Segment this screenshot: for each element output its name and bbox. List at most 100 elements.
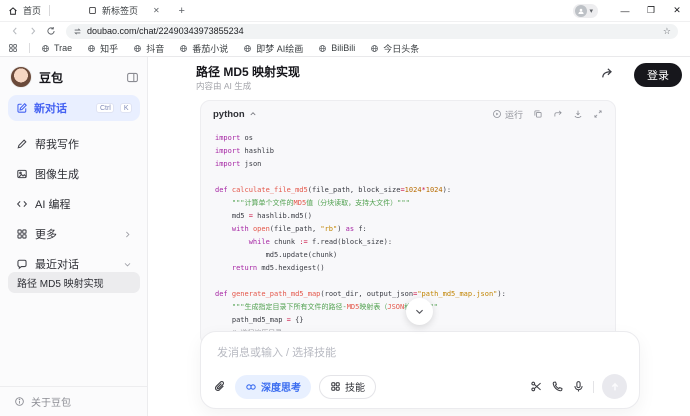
- bookmark-star-icon[interactable]: ☆: [663, 26, 671, 37]
- sidebar-item-new-chat[interactable]: 新对话 Ctrl K: [8, 95, 140, 121]
- copy-icon[interactable]: [533, 109, 543, 119]
- bookmarks-divider: [29, 43, 30, 53]
- image-icon: [16, 168, 28, 180]
- code-line: import hashlib: [215, 145, 601, 158]
- profile-avatar-icon: [575, 5, 587, 17]
- shortcut-ctrl-key: Ctrl: [96, 103, 114, 113]
- window-maximize-button[interactable]: ❐: [638, 0, 664, 21]
- sync-icon: [73, 27, 82, 36]
- tab-home[interactable]: 首页: [0, 0, 49, 21]
- sidebar-item-ai-coding[interactable]: AI 编程: [8, 191, 140, 217]
- shortcut-k-key: K: [120, 103, 132, 113]
- expand-icon[interactable]: [593, 109, 603, 119]
- window-minimize-button[interactable]: —: [612, 0, 638, 21]
- bookmark-label: 番茄小说: [192, 42, 228, 55]
- attachment-paperclip-icon[interactable]: [213, 380, 227, 394]
- apps-grid-icon[interactable]: [8, 43, 18, 53]
- insert-arrow-icon[interactable]: [553, 109, 563, 119]
- browser-window: 首页 新标签页 ✕ + ▾ — ❐ ✕: [0, 0, 690, 416]
- window-close-button[interactable]: ✕: [664, 0, 690, 21]
- bookmark-label: Trae: [54, 43, 72, 53]
- chevron-up-icon[interactable]: [249, 110, 257, 118]
- download-icon[interactable]: [573, 109, 583, 119]
- code-line: import json: [215, 158, 601, 171]
- ai-generated-note: 内容由 AI 生成: [196, 80, 251, 92]
- bookmark-jimeng[interactable]: 即梦 AI绘画: [243, 42, 303, 55]
- bookmark-douyin[interactable]: 抖音: [133, 42, 164, 55]
- collapse-sidebar-icon[interactable]: [126, 71, 139, 84]
- chat-bubble-icon: [16, 258, 28, 270]
- bookmark-toutiao[interactable]: 今日头条: [370, 42, 419, 55]
- share-icon[interactable]: [600, 66, 614, 80]
- new-tab-button[interactable]: +: [174, 3, 190, 19]
- send-button[interactable]: [602, 374, 627, 399]
- sidebar-item-label: 图像生成: [35, 166, 132, 182]
- globe-icon: [243, 44, 252, 53]
- sidebar-item-more[interactable]: 更多: [8, 221, 140, 247]
- sidebar-header: 豆包: [10, 65, 139, 89]
- chat-main: 路径 MD5 映射实现 内容由 AI 生成 登录 python 运行: [148, 57, 690, 416]
- tab-new-label: 新标签页: [102, 4, 138, 17]
- tab-strip: 首页 新标签页 ✕ + ▾ — ❐ ✕: [0, 0, 690, 21]
- skills-button[interactable]: 技能: [319, 375, 376, 399]
- phone-icon[interactable]: [551, 380, 564, 393]
- forward-button[interactable]: [24, 23, 42, 39]
- address-bar[interactable]: doubao.com/chat/22490343973855234 ☆: [66, 24, 678, 39]
- tab-new-tab-page[interactable]: 新标签页 ✕: [80, 0, 168, 21]
- back-button[interactable]: [6, 23, 24, 39]
- bookmark-label: 即梦 AI绘画: [256, 42, 303, 55]
- page-icon: [88, 6, 97, 15]
- code-line: def calculate_file_md5(file_path, block_…: [215, 184, 601, 197]
- about-doubao[interactable]: 关于豆包: [0, 386, 147, 416]
- grid-icon: [16, 228, 28, 240]
- code-language-label[interactable]: python: [213, 109, 245, 120]
- browser-profile-button[interactable]: ▾: [573, 4, 598, 18]
- bookmark-zhihu[interactable]: 知乎: [87, 42, 118, 55]
- code-actions: 运行: [492, 108, 603, 121]
- code-line: def generate_path_md5_map(root_dir, outp…: [215, 288, 601, 301]
- bookmark-label: 今日头条: [383, 42, 419, 55]
- browser-toolbar: doubao.com/chat/22490343973855234 ☆: [0, 21, 690, 40]
- doubao-avatar[interactable]: [10, 66, 32, 88]
- home-icon: [8, 6, 18, 16]
- code-icon: [16, 198, 28, 210]
- bookmark-bilibili[interactable]: BiliBili: [318, 43, 355, 53]
- microphone-icon[interactable]: [572, 380, 585, 393]
- message-input[interactable]: 发消息或输入 / 选择技能: [217, 344, 623, 360]
- deep-think-icon: [245, 381, 257, 393]
- code-line: [215, 171, 601, 184]
- bookmark-label: 知乎: [100, 42, 118, 55]
- new-chat-label: 新对话: [34, 100, 90, 116]
- bookmark-label: 抖音: [146, 42, 164, 55]
- bookmark-label: BiliBili: [331, 43, 355, 53]
- deep-think-button[interactable]: 深度思考: [235, 375, 311, 399]
- code-line: while chunk := f.read(block_size):: [215, 236, 601, 249]
- skills-label: 技能: [345, 379, 365, 394]
- deep-think-label: 深度思考: [261, 379, 301, 394]
- recent-chat-item[interactable]: 路径 MD5 映射实现: [8, 272, 140, 293]
- bookmark-trae[interactable]: Trae: [41, 43, 72, 53]
- code-line: with open(file_path, "rb") as f:: [215, 223, 601, 236]
- sidebar-item-image-gen[interactable]: 图像生成: [8, 161, 140, 187]
- skills-grid-icon: [330, 381, 341, 392]
- run-button[interactable]: 运行: [492, 108, 523, 121]
- globe-icon: [179, 44, 188, 53]
- chevron-down-icon: [123, 260, 132, 269]
- code-line: """计算单个文件的MD5值（分块读取，支持大文件）""": [215, 197, 601, 210]
- doubao-app: 豆包 新对话 Ctrl K 帮我写作: [0, 57, 690, 416]
- about-label: 关于豆包: [31, 394, 71, 409]
- login-button[interactable]: 登录: [634, 63, 682, 87]
- sidebar-item-label: 更多: [35, 226, 116, 242]
- scissors-icon[interactable]: [530, 380, 543, 393]
- bookmark-fanqie[interactable]: 番茄小说: [179, 42, 228, 55]
- code-line: md5.update(chunk): [215, 249, 601, 262]
- scroll-to-bottom-button[interactable]: [406, 298, 433, 325]
- sidebar-item-writing[interactable]: 帮我写作: [8, 131, 140, 157]
- bookmarks-bar: Trae 知乎 抖音 番茄小说 即梦 AI绘画 BiliBili 今日头条: [0, 40, 690, 57]
- chat-title: 路径 MD5 映射实现: [196, 63, 300, 80]
- sidebar-item-label: 帮我写作: [35, 136, 132, 152]
- close-tab-icon[interactable]: ✕: [153, 6, 160, 15]
- refresh-button[interactable]: [42, 23, 60, 39]
- composer-toolbar: 深度思考 技能: [213, 374, 627, 399]
- chrome-right-controls: ▾ — ❐ ✕: [573, 0, 690, 21]
